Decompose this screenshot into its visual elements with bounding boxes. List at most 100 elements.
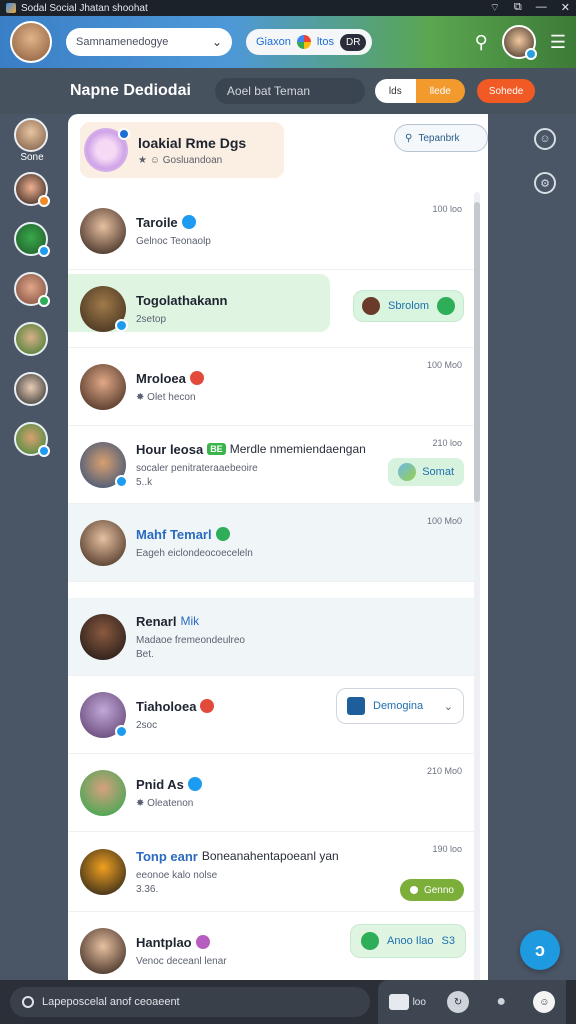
list-item[interactable]: Tonp eanr Boneanahentapoeanl yan eeonoe k… — [68, 832, 474, 912]
contact-avatar — [80, 848, 126, 895]
message-preview: ✸ Olet hecon — [136, 391, 196, 403]
status-chip-label: Anoo Ilao — [387, 935, 434, 947]
add-team-field[interactable]: Aoel bat Teman — [214, 78, 365, 104]
rail-avatar[interactable] — [14, 118, 48, 152]
contact-name: Tiaholoea — [136, 699, 215, 714]
search-icon: ⚲ — [405, 132, 413, 144]
status-chip[interactable]: Genno — [399, 879, 464, 901]
list-item[interactable]: Hour leosa BE Merdle nmemiendaengan socale… — [68, 426, 474, 504]
rail-avatar[interactable] — [14, 222, 50, 257]
media-button[interactable]: loo — [388, 994, 426, 1010]
message-preview: Eageh eiclondeocoeceleln — [136, 547, 253, 559]
group-card[interactable]: loakial Rme Dgs ★ ☺ Gosluandoan — [80, 122, 284, 178]
list-item[interactable]: Taroile Gelnoc Teonaolp 100 loo — [68, 192, 474, 270]
check-icon — [361, 932, 380, 950]
rail-label: Sone — [20, 152, 44, 163]
scrollbar-thumb[interactable] — [474, 202, 480, 502]
chevron-down-icon: ⌄ — [211, 35, 222, 49]
list-item[interactable]: Renarl Mik Madaoe fremeondeulreo Bet. — [68, 598, 474, 676]
rail-avatar[interactable] — [14, 372, 48, 406]
contact-avatar — [80, 769, 126, 816]
list-item[interactable]: Tiaholoea 2soc Demogina ⌄ — [68, 676, 474, 754]
rail-avatar[interactable] — [14, 172, 50, 207]
search-value: Samnamenedogye — [76, 36, 169, 48]
page-title: Napne Dediodai — [70, 82, 191, 99]
team-button[interactable]: ⚲ Tepanbrk — [394, 124, 488, 152]
status-chip-label: Genno — [423, 884, 454, 896]
settings-icon[interactable]: ⚙ — [534, 172, 556, 194]
contact-avatar — [80, 613, 126, 660]
segment-control: lds llede — [374, 79, 465, 103]
contacts-rail: Sone — [0, 114, 64, 980]
window-titlebar: Sodal Social Jhatan shoohat ⌔ ⧉ — ✕ — [0, 0, 576, 16]
timestamp: 100 Mo0 — [426, 360, 462, 370]
contact-name: Pnid As — [136, 777, 202, 792]
status-badge: DR — [339, 33, 367, 51]
verified-badge — [115, 474, 128, 488]
minimize-icon[interactable]: — — [536, 1, 547, 15]
app-icon — [6, 3, 16, 13]
online-badge — [38, 295, 50, 307]
emoji-icon[interactable]: ☺ — [533, 991, 556, 1013]
message-input[interactable]: Lapeposcelal anof ceoaeent — [10, 987, 370, 1017]
profile-avatar[interactable] — [501, 25, 537, 60]
smiley-icon[interactable]: ☺ — [534, 128, 556, 150]
contact-avatar — [80, 363, 126, 410]
status-chip[interactable]: Somat — [388, 458, 464, 486]
rail-avatar[interactable] — [14, 272, 50, 307]
status-chip[interactable]: Sbrolom — [353, 290, 464, 322]
contact-name: Mroloea — [136, 371, 204, 386]
search-icon[interactable]: ⚲ — [475, 32, 488, 53]
list-item[interactable]: Pnid As ✸ Oleatenon 210 Mo0 — [68, 754, 474, 832]
list-item[interactable]: Mroloea ✸ Olet hecon 100 Mo0 — [68, 348, 474, 426]
segment-a[interactable]: lds — [374, 79, 416, 103]
pin-icon[interactable]: ⧉ — [514, 1, 522, 15]
search-dropdown[interactable]: Samnamenedogye ⌄ — [66, 28, 232, 56]
check-icon — [437, 297, 455, 315]
compose-button[interactable]: ↄ — [520, 930, 560, 970]
timestamp: 210 loo — [432, 438, 462, 448]
app-icon — [347, 697, 365, 715]
status-chip-label: Somat — [422, 466, 454, 478]
verified-icon — [181, 215, 196, 229]
verified-badge — [115, 724, 128, 738]
group-badge — [118, 128, 130, 140]
timestamp: 210 Mo0 — [426, 766, 462, 776]
dot-icon — [409, 886, 418, 894]
contact-name: Mahf Temarl — [136, 527, 253, 542]
rail-avatar[interactable] — [14, 322, 48, 356]
contact-avatar — [80, 207, 126, 254]
close-icon[interactable]: ✕ — [561, 1, 570, 15]
status-chip[interactable]: Anoo Ilao S3 — [350, 924, 466, 958]
refresh-icon[interactable]: ↻ — [447, 991, 470, 1013]
verified-icon — [187, 777, 202, 791]
message-preview: ✸ Oleatenon — [136, 797, 194, 809]
status-dropdown[interactable]: Demogina ⌄ — [336, 688, 464, 724]
group-title: loakial Rme Dgs — [138, 134, 247, 151]
contact-avatar — [80, 691, 128, 738]
list-item[interactable]: Mahf Temarl Eageh eiclondeocoeceleln 100… — [68, 504, 474, 582]
lock-icon — [22, 996, 34, 1008]
rail-avatar[interactable] — [14, 422, 50, 457]
user-icon[interactable]: ● — [490, 991, 512, 1013]
bottom-bar: Lapeposcelal anof ceoaeent loo ↻ ● ☺ — [0, 980, 576, 1024]
contact-avatar — [80, 519, 126, 566]
status-pill[interactable]: Giaxon ltos DR — [246, 29, 373, 55]
action-button[interactable]: Sohede — [476, 79, 536, 103]
status-dropdown-label: Demogina — [373, 700, 424, 712]
user-avatar[interactable] — [10, 21, 52, 63]
message-preview: 2setop — [136, 313, 167, 325]
list-item[interactable]: Togolathakann 2setop Sbrolom — [68, 270, 474, 348]
contact-name: Hour leosa BE Merdle nmemiendaengan — [136, 441, 366, 457]
contact-avatar — [80, 441, 128, 488]
segment-b[interactable]: llede — [415, 79, 465, 103]
scrollbar[interactable] — [474, 192, 480, 980]
list-item[interactable]: Hantplao Venoc deceanl lenar Anoo Ilao S… — [68, 912, 474, 980]
message-preview: socaler penitrateraaebeoire — [136, 462, 258, 474]
message-preview: eeonoe kalo nolse — [136, 869, 218, 881]
message-meta: 3.36. — [136, 883, 159, 895]
timestamp: 100 Mo0 — [426, 516, 462, 526]
contact-avatar — [80, 927, 126, 974]
menu-icon[interactable]: ☰ — [550, 32, 566, 53]
contact-name: Togolathakann — [136, 292, 228, 308]
